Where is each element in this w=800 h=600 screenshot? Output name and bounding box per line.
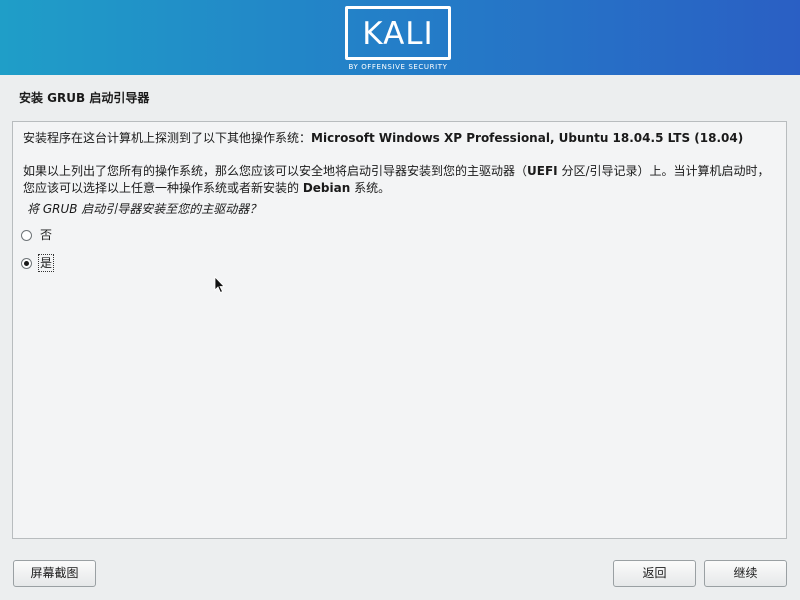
content-panel: 安装程序在这台计算机上探测到了以下其他操作系统：Microsoft Window… [12, 121, 787, 539]
explanation-text: 系统。 [350, 181, 391, 195]
install-question: 将 GRUB 启动引导器安装至您的主驱动器？ [27, 202, 262, 216]
explanation-text: 如果以上列出了您所有的操作系统，那么您应该可以安全地将启动引导器安装到您的主驱动… [23, 164, 528, 178]
kali-logo: KALI [345, 6, 451, 60]
debian-text: Debian [302, 181, 351, 195]
option-no[interactable]: 否 [21, 226, 53, 244]
detected-systems: Microsoft Windows XP Professional, Ubunt… [311, 131, 744, 145]
radio-yes[interactable] [21, 257, 32, 269]
explanation-text: 您应该可以选择以上任意一种操作系统或者新安装的 [23, 181, 303, 195]
option-yes-label[interactable]: 是 [37, 254, 55, 272]
logo-text: KALI [362, 16, 434, 52]
page-title: 安装 GRUB 启动引导器 [19, 91, 150, 105]
logo-subtitle: BY OFFENSIVE SECURITY [348, 63, 448, 71]
continue-button[interactable]: 继续 [704, 560, 787, 587]
explanation-line-2: 您应该可以选择以上任意一种操作系统或者新安装的 Debian 系统。 [23, 179, 390, 196]
explanation-text: 分区/引导记录）上。当计算机启动时， [557, 164, 770, 178]
detected-prefix: 安装程序在这台计算机上探测到了以下其他操作系统： [23, 131, 312, 145]
explanation-line-1: 如果以上列出了您所有的操作系统，那么您应该可以安全地将启动引导器安装到您的主驱动… [23, 162, 769, 179]
uefi-text: UEFI [527, 164, 558, 178]
option-no-label[interactable]: 否 [39, 227, 53, 243]
option-yes[interactable]: 是 [21, 254, 55, 272]
detected-os-line: 安装程序在这台计算机上探测到了以下其他操作系统：Microsoft Window… [23, 129, 743, 146]
screenshot-button[interactable]: 屏幕截图 [13, 560, 96, 587]
mouse-pointer-icon [214, 276, 225, 294]
back-button[interactable]: 返回 [613, 560, 696, 587]
header-banner: KALI BY OFFENSIVE SECURITY [0, 0, 800, 75]
radio-no[interactable] [21, 229, 32, 241]
